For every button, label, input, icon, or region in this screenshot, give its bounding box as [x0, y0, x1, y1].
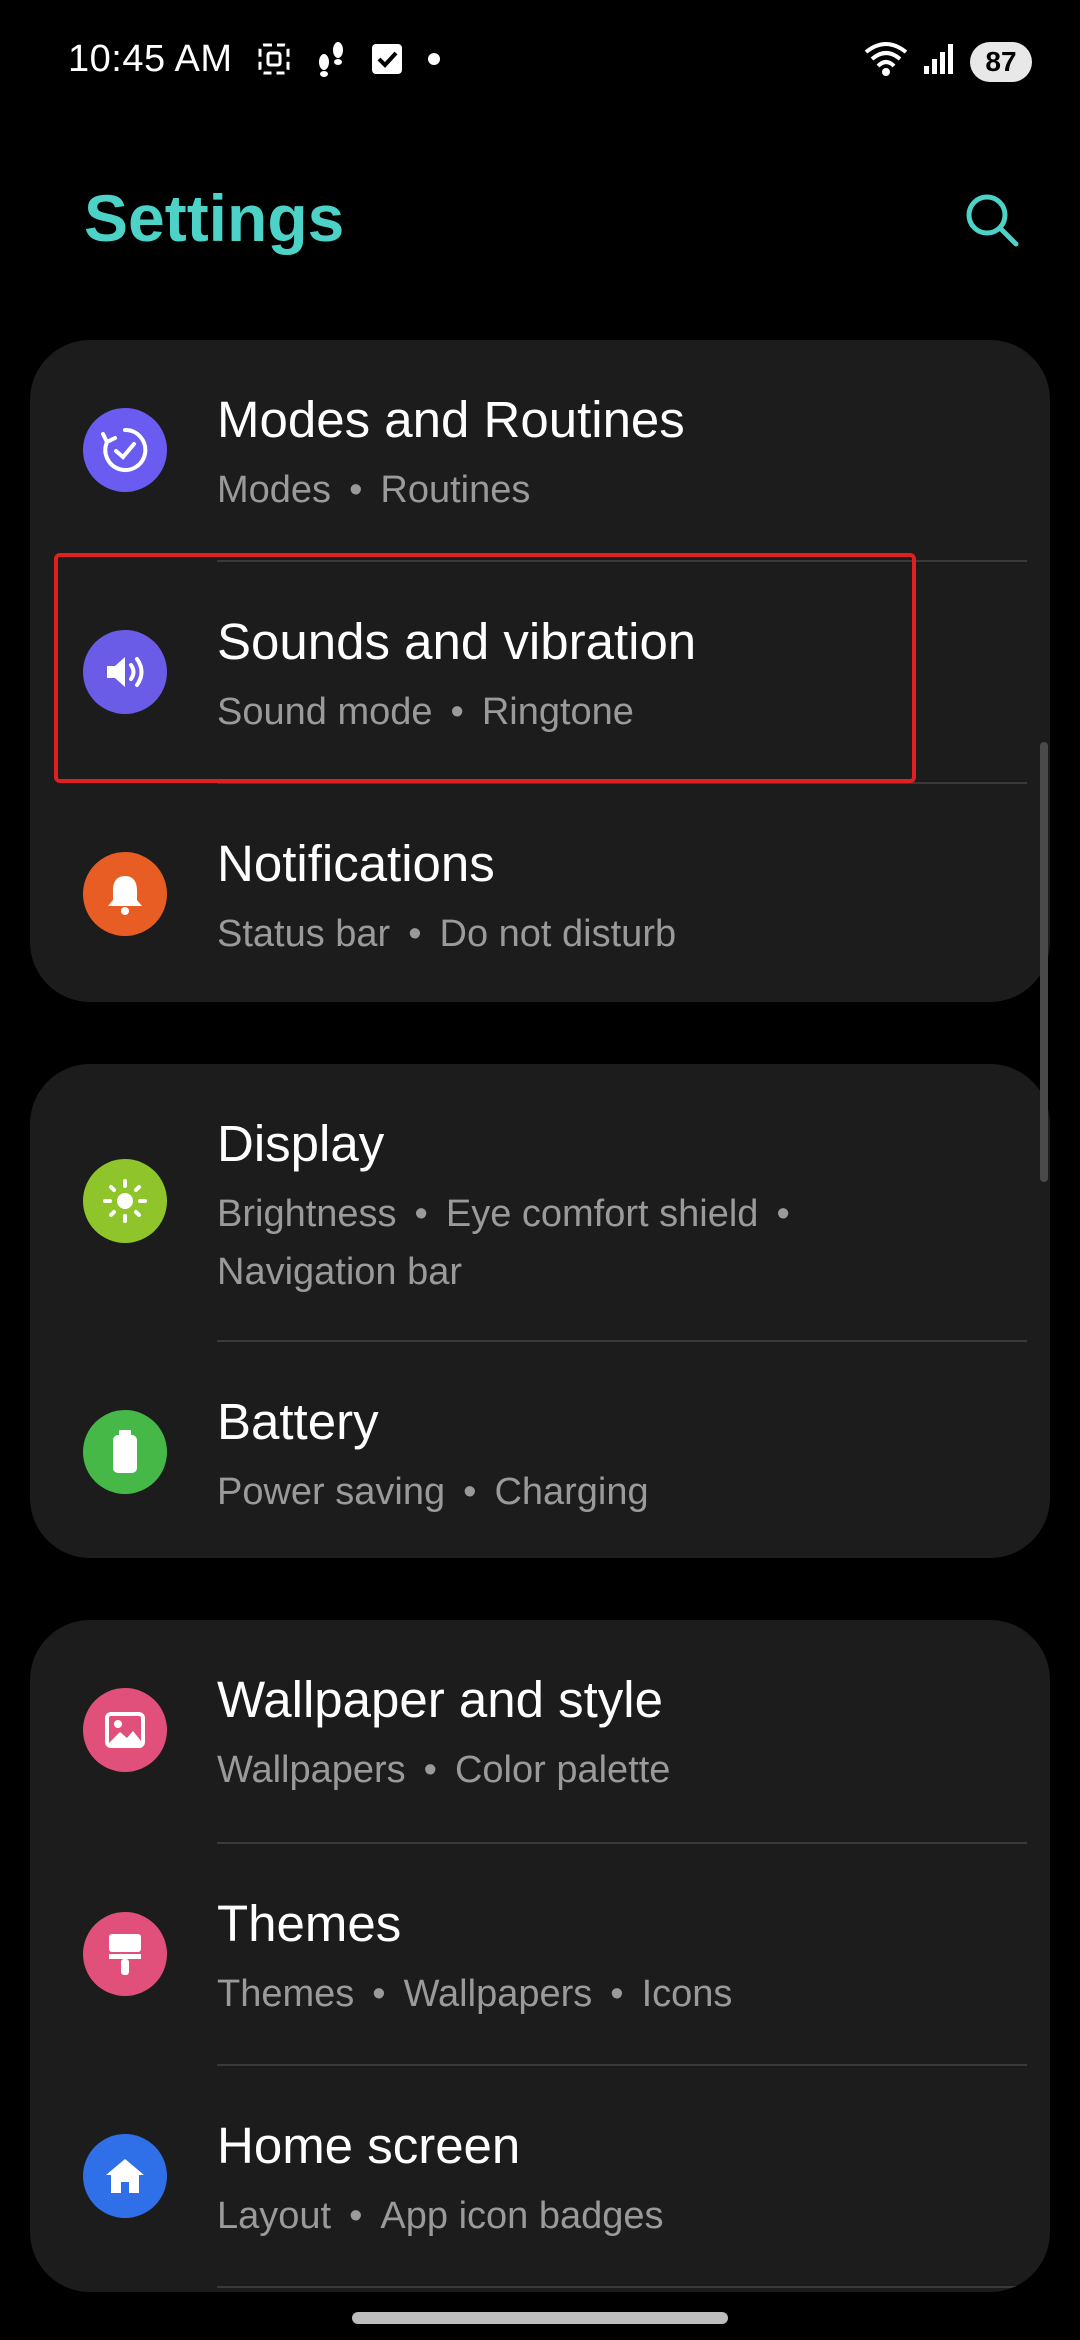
subtitle-part: Icons: [641, 1973, 733, 2015]
item-title: Home screen: [217, 2117, 521, 2174]
settings-item-notifications[interactable]: Notifications Status bar • Do not disturb: [30, 784, 1050, 1002]
subtitle-part: App icon badges: [380, 2195, 664, 2237]
status-bar: 10:45 AM 87: [0, 0, 1080, 124]
item-subtitle: Layout • App icon badges: [217, 2187, 977, 2245]
bell-icon: [83, 852, 167, 936]
status-icons-left: [256, 40, 442, 83]
item-title: Themes: [217, 1895, 402, 1952]
separator-dot: •: [408, 913, 422, 955]
item-title: Battery: [217, 1393, 379, 1450]
item-subtitle: Wallpapers • Color palette: [217, 1741, 977, 1799]
subtitle-part: Charging: [494, 1471, 649, 1513]
search-icon: [962, 190, 1022, 255]
subtitle-part: Do not disturb: [439, 913, 677, 955]
battery-icon: [83, 1410, 167, 1494]
subtitle-part: Routines: [380, 469, 531, 511]
highlight-box: [54, 553, 916, 783]
signal-icon: [922, 42, 956, 81]
subtitle-part: Themes: [217, 1973, 355, 2015]
separator-dot: •: [349, 2195, 363, 2237]
separator-dot: •: [776, 1193, 790, 1235]
page-title: Settings: [84, 181, 345, 255]
separator-dot: •: [414, 1193, 428, 1235]
subtitle-part: Wallpapers: [217, 1749, 406, 1791]
item-title: Modes and Routines: [217, 391, 685, 448]
settings-item-battery[interactable]: Battery Power saving • Charging: [30, 1342, 1050, 1558]
brush-icon: [83, 1912, 167, 1996]
item-subtitle: Power saving • Charging: [217, 1463, 977, 1521]
divider: [217, 2286, 1027, 2288]
separator-dot: •: [372, 1973, 386, 2015]
subtitle-part: Eye comfort shield: [445, 1193, 759, 1235]
routine-check-icon: [83, 408, 167, 492]
settings-item-themes[interactable]: Themes Themes • Wallpapers • Icons: [30, 1844, 1050, 2064]
settings-group-3: Wallpaper and style Wallpapers • Color pal…: [30, 1620, 1050, 2292]
settings-item-display[interactable]: Display Brightness • Eye comfort shield • Na…: [30, 1064, 1050, 1340]
checkbox-icon: [370, 42, 404, 81]
status-icons-right: 87: [864, 40, 1032, 83]
settings-group-2: Display Brightness • Eye comfort shield • Na…: [30, 1064, 1050, 1558]
navigation-handle[interactable]: [352, 2312, 728, 2324]
screenshot-icon: [256, 41, 292, 82]
item-title: Display: [217, 1115, 385, 1172]
item-subtitle: Themes • Wallpapers • Icons: [217, 1965, 977, 2023]
subtitle-part: Navigation bar: [217, 1251, 463, 1293]
item-title: Notifications: [217, 835, 495, 892]
subtitle-part: Layout: [217, 2195, 332, 2237]
sun-icon: [83, 1159, 167, 1243]
subtitle-part: Power saving: [217, 1471, 446, 1513]
dot-icon: [426, 51, 442, 72]
item-title: Wallpaper and style: [217, 1671, 664, 1728]
scrollbar[interactable]: [1040, 742, 1048, 1182]
wifi-icon: [864, 40, 908, 83]
settings-item-modes-and-routines[interactable]: Modes and Routines Modes • Routines: [30, 340, 1050, 560]
item-subtitle: Status bar • Do not disturb: [217, 905, 977, 963]
settings-item-wallpaper-and-style[interactable]: Wallpaper and style Wallpapers • Color pal…: [30, 1620, 1050, 1842]
image-icon: [83, 1688, 167, 1772]
item-subtitle: Brightness • Eye comfort shield • Navigation…: [217, 1185, 977, 1301]
item-subtitle: Modes • Routines: [217, 461, 977, 519]
separator-dot: •: [463, 1471, 477, 1513]
search-button[interactable]: [952, 182, 1032, 262]
separator-dot: •: [423, 1749, 437, 1791]
battery-level: 87: [985, 45, 1017, 77]
separator-dot: •: [349, 469, 363, 511]
battery-indicator: 87: [970, 41, 1032, 82]
subtitle-part: Brightness: [217, 1193, 397, 1235]
subtitle-part: Status bar: [217, 913, 391, 955]
home-icon: [83, 2134, 167, 2218]
settings-item-home-screen[interactable]: Home screen Layout • App icon badges: [30, 2066, 1050, 2292]
subtitle-part: Modes: [217, 469, 332, 511]
subtitle-part: Color palette: [454, 1749, 671, 1791]
footsteps-icon: [314, 40, 348, 83]
subtitle-part: Wallpapers: [403, 1973, 593, 2015]
status-time: 10:45 AM: [68, 38, 233, 80]
separator-dot: •: [610, 1973, 624, 2015]
